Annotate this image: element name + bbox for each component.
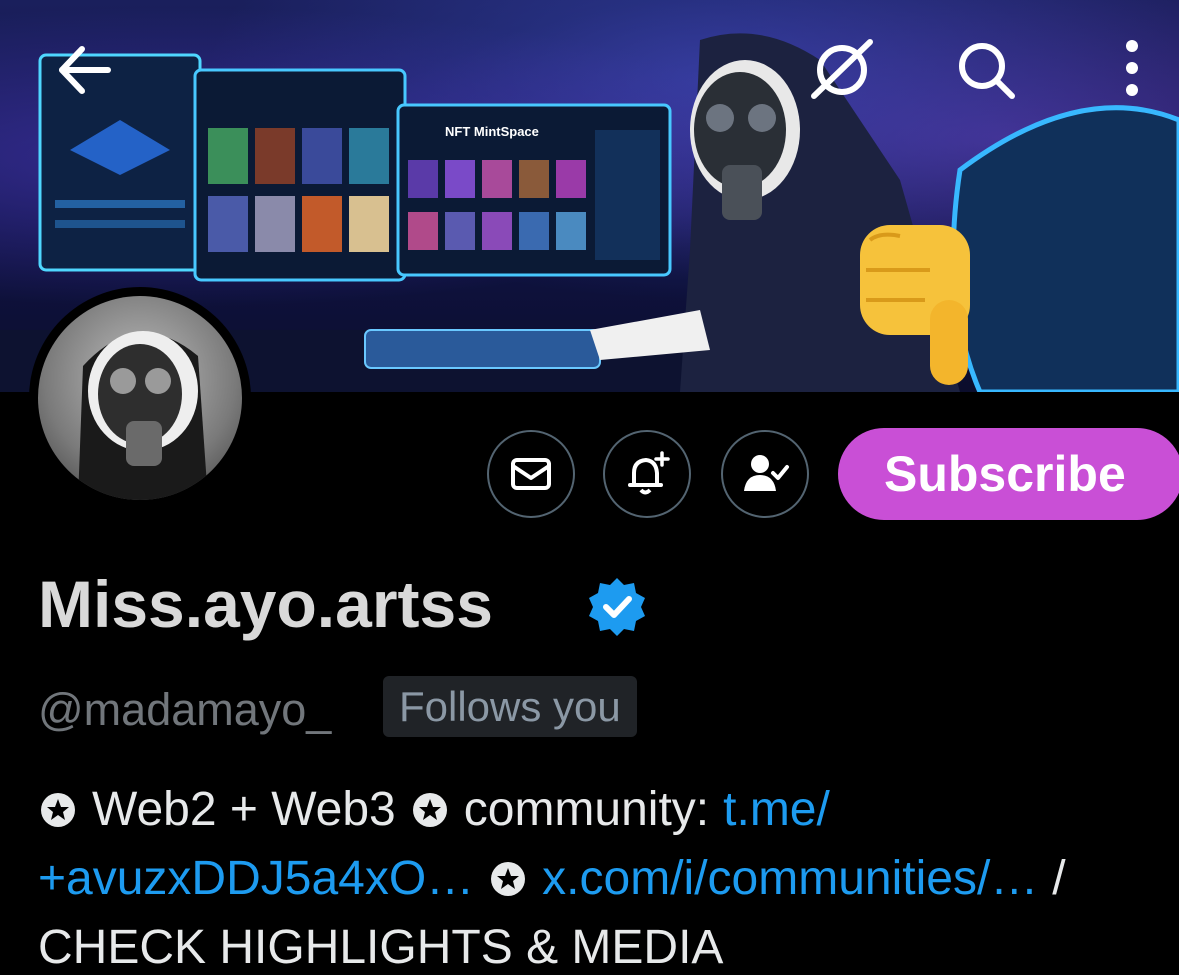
grok-button[interactable] [806, 34, 878, 106]
bio-link-telegram-cont[interactable]: +avuzxDDJ5a4xO… [38, 851, 474, 906]
bio-link-communities[interactable]: x.com/i/communities/… [542, 851, 1038, 906]
monitor-label: NFT MintSpace [445, 124, 539, 139]
more-vertical-icon [1126, 40, 1138, 96]
avatar[interactable] [29, 287, 251, 509]
envelope-icon [511, 458, 551, 490]
bio-line-3: CHECK HIGHLIGHTS & MEDIA [38, 920, 723, 975]
subscribe-button[interactable]: Subscribe [838, 428, 1179, 520]
back-button[interactable] [50, 35, 120, 105]
more-button[interactable] [1112, 34, 1152, 104]
right-monitor: NFT MintSpace [396, 103, 672, 277]
notifications-button[interactable] [603, 430, 691, 518]
message-button[interactable] [487, 430, 575, 518]
verified-icon [589, 578, 645, 636]
avatar-image [38, 296, 242, 500]
handle: @madamayo_ [38, 684, 332, 735]
keyboard [364, 329, 601, 369]
verified-badge [586, 575, 648, 642]
center-monitor [193, 68, 407, 282]
bio-slash: / [1052, 852, 1066, 905]
avatar-artwork [78, 331, 208, 500]
grok-icon [811, 39, 873, 99]
bio-line-2: +avuzxDDJ5a4xO… x.com/i/communities/… / [38, 851, 1066, 906]
search-button[interactable] [950, 34, 1022, 106]
follows-you-badge: Follows you [383, 676, 637, 737]
bio-text-community: community: [463, 783, 710, 836]
following-button[interactable] [721, 430, 809, 518]
person-check-icon [744, 455, 789, 491]
bell-plus-icon [628, 451, 670, 495]
bio-text-web: Web2 + Web3 [92, 783, 396, 836]
search-icon [959, 43, 1015, 99]
star-circle-icon [41, 792, 75, 827]
star-circle-icon [412, 792, 447, 827]
bio-line-1: Web2 + Web3 community: t.me/ [38, 782, 830, 837]
bio-text-highlights: CHECK HIGHLIGHTS & MEDIA [38, 921, 724, 974]
display-name: Miss.ayo.artss [38, 567, 493, 641]
bio-link-telegram[interactable]: t.me/ [723, 782, 830, 837]
back-arrow-icon [59, 46, 111, 94]
star-circle-icon [491, 861, 526, 896]
gaming-chair [950, 105, 1179, 392]
